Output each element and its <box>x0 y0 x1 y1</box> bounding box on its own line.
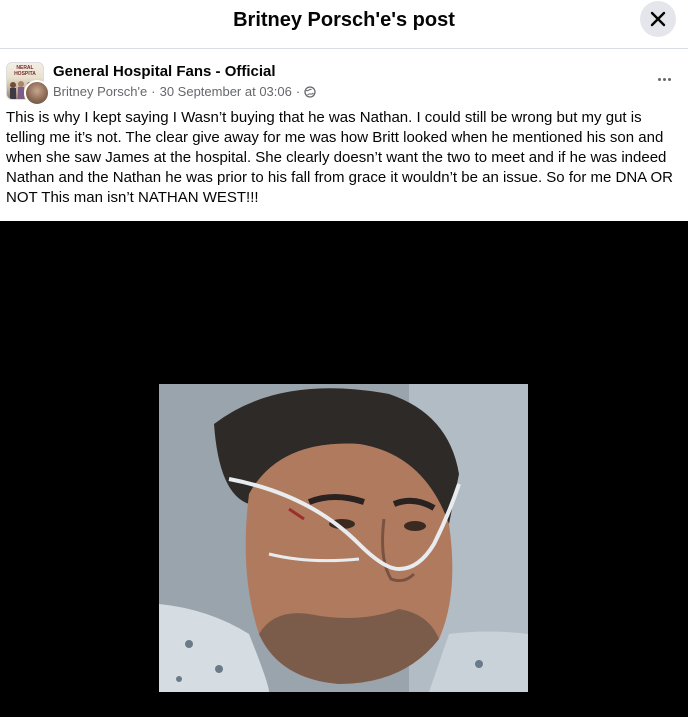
close-icon <box>650 11 666 27</box>
dialog-title: Britney Porsch'e's post <box>233 9 455 31</box>
dialog-header: Britney Porsch'e's post <box>0 0 688 49</box>
group-name-link[interactable]: General Hospital Fans - Official <box>53 63 276 80</box>
more-options-button[interactable] <box>650 68 678 90</box>
avatar-group[interactable]: NERAL HOSPITA <box>6 62 50 106</box>
post-photo[interactable] <box>159 384 528 692</box>
meta-separator: · <box>295 84 301 99</box>
photo-illustration <box>159 384 528 692</box>
post-body-text: This is why I kept saying I Wasn’t buyin… <box>6 109 674 206</box>
more-options-icon <box>662 77 666 81</box>
post-timestamp-link[interactable]: 30 September at 03:06 <box>160 84 292 99</box>
meta-separator: · <box>151 84 156 99</box>
group-avatar-banner: NERAL HOSPITA <box>14 65 36 77</box>
author-avatar[interactable] <box>24 80 50 106</box>
close-button[interactable] <box>640 1 676 37</box>
more-options-icon <box>657 77 661 81</box>
more-options-icon <box>667 77 671 81</box>
author-name-link[interactable]: Britney Porsch'e <box>53 84 147 99</box>
post-meta: Britney Porsch'e · 30 September at 03:06… <box>53 84 316 99</box>
globe-icon[interactable] <box>304 85 316 98</box>
post-media[interactable] <box>0 221 688 717</box>
